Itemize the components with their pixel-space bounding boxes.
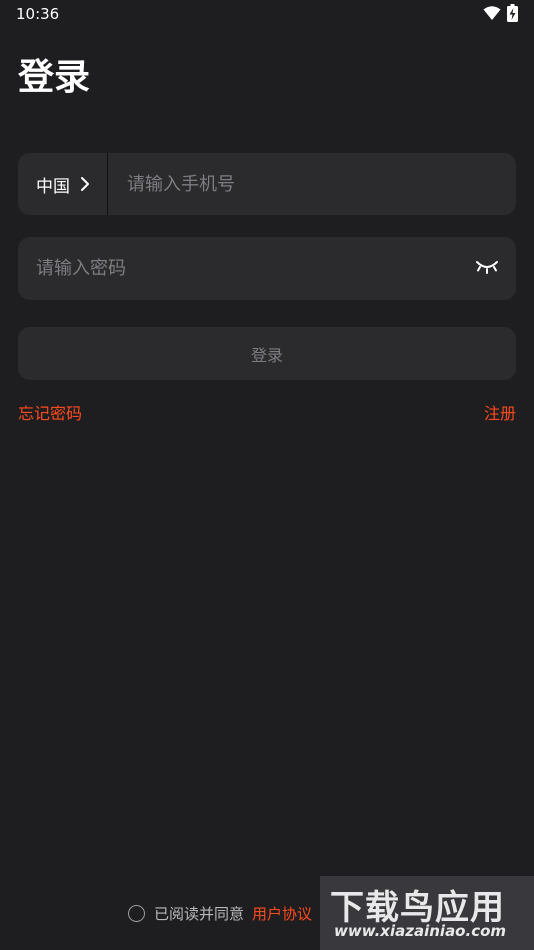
password-input[interactable] <box>36 237 466 300</box>
watermark-url: www.xiazainiao.com <box>334 922 507 940</box>
user-agreement-link[interactable]: 用户协议 <box>252 903 312 924</box>
country-label: 中国 <box>36 176 70 197</box>
login-button[interactable]: 登录 <box>18 327 516 380</box>
agreement-text: 已阅读并同意 <box>154 904 245 923</box>
status-bar: 10:36 <box>0 0 534 28</box>
battery-charging-icon <box>507 4 518 22</box>
field-divider <box>107 153 108 215</box>
eye-closed-icon[interactable] <box>475 258 499 276</box>
password-field <box>18 237 516 300</box>
page-title: 登录 <box>18 57 91 98</box>
phone-field: 中国 <box>18 153 516 215</box>
forgot-password-link[interactable]: 忘记密码 <box>18 400 82 424</box>
status-time: 10:36 <box>16 5 60 23</box>
wifi-icon <box>483 6 501 20</box>
phone-input[interactable] <box>127 153 497 215</box>
agreement: 已阅读并同意 用户协议 <box>128 902 312 924</box>
chevron-right-icon <box>81 177 89 191</box>
country-selector[interactable]: 中国 <box>18 153 107 215</box>
register-link[interactable]: 注册 <box>484 400 516 424</box>
watermark: 下载鸟应用 www.xiazainiao.com <box>320 876 534 950</box>
agreement-checkbox[interactable] <box>128 904 145 922</box>
